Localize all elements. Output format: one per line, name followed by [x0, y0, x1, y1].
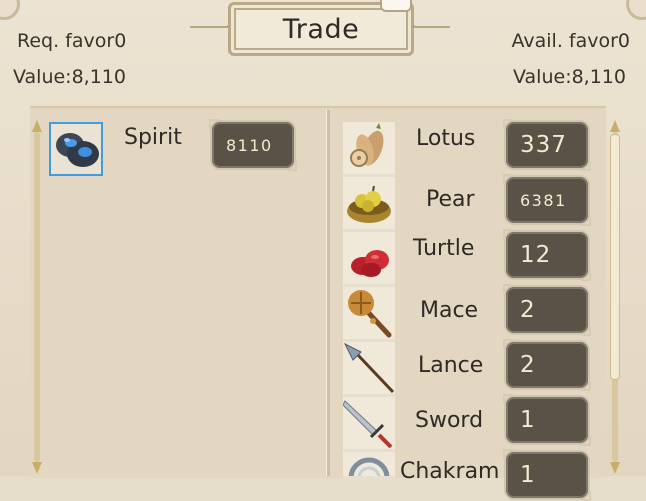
chat-bubble-icon[interactable]: ... [380, 0, 412, 12]
turtle-meat-icon [351, 250, 389, 277]
inventory-item-count[interactable]: 2 [503, 339, 591, 391]
inventory-item-name: Sword [415, 408, 484, 433]
inventory-item-slot[interactable] [343, 452, 395, 479]
inventory-item-slot[interactable] [342, 397, 395, 452]
inventory-item-name: Pear [426, 187, 475, 212]
page-title: Trade [282, 13, 360, 45]
inventory-item-count[interactable]: 337 [503, 119, 591, 171]
required-value: Value:8,110 [13, 66, 126, 88]
scroll-up-arrow-icon[interactable] [609, 120, 621, 134]
chakram-icon [348, 457, 390, 476]
inventory-item-name: Lance [418, 353, 484, 378]
inventory-item-count[interactable]: 1 [503, 449, 591, 501]
left-rail [34, 132, 40, 462]
inventory-item-name: Chakram [400, 459, 500, 484]
inventory-item-count[interactable]: 2 [503, 284, 591, 336]
inventory-item-name: Mace [420, 298, 479, 323]
inventory-item-name: Lotus [416, 126, 476, 151]
offered-item-slot[interactable] [49, 122, 103, 176]
rail-arrow-down-icon [31, 460, 43, 474]
panel-divider [326, 110, 330, 476]
inventory-item-slot[interactable] [343, 287, 395, 342]
inventory-item-slot[interactable] [343, 122, 395, 177]
inventory-item-count[interactable]: 6381 [503, 174, 591, 226]
available-favor: Avail. favor0 [511, 30, 630, 52]
pear-basket-icon [347, 185, 391, 223]
rail-arrow-up-icon [31, 120, 43, 134]
title-banner: Trade ... [190, 0, 450, 56]
mace-icon [348, 290, 392, 338]
inventory-item-slot[interactable] [343, 177, 395, 232]
sword-icon [342, 400, 393, 449]
offered-item-count[interactable]: 8110 [209, 119, 297, 171]
scroll-down-arrow-icon[interactable] [609, 460, 621, 474]
inventory-item-count[interactable]: 1 [503, 394, 591, 446]
lance-icon [343, 342, 395, 394]
inventory-item-count[interactable]: 12 [503, 229, 591, 281]
inventory-item-name: Turtle [413, 236, 475, 261]
required-favor: Req. favor0 [17, 30, 127, 52]
inventory-item-slot[interactable] [343, 342, 395, 397]
scrollbar-thumb[interactable] [610, 134, 620, 380]
lotus-root-icon [350, 123, 384, 167]
inventory-item-slot[interactable] [343, 232, 395, 287]
available-value: Value:8,110 [513, 66, 626, 88]
offered-item-name: Spirit [124, 125, 182, 150]
spirit-stones-icon [56, 133, 99, 167]
